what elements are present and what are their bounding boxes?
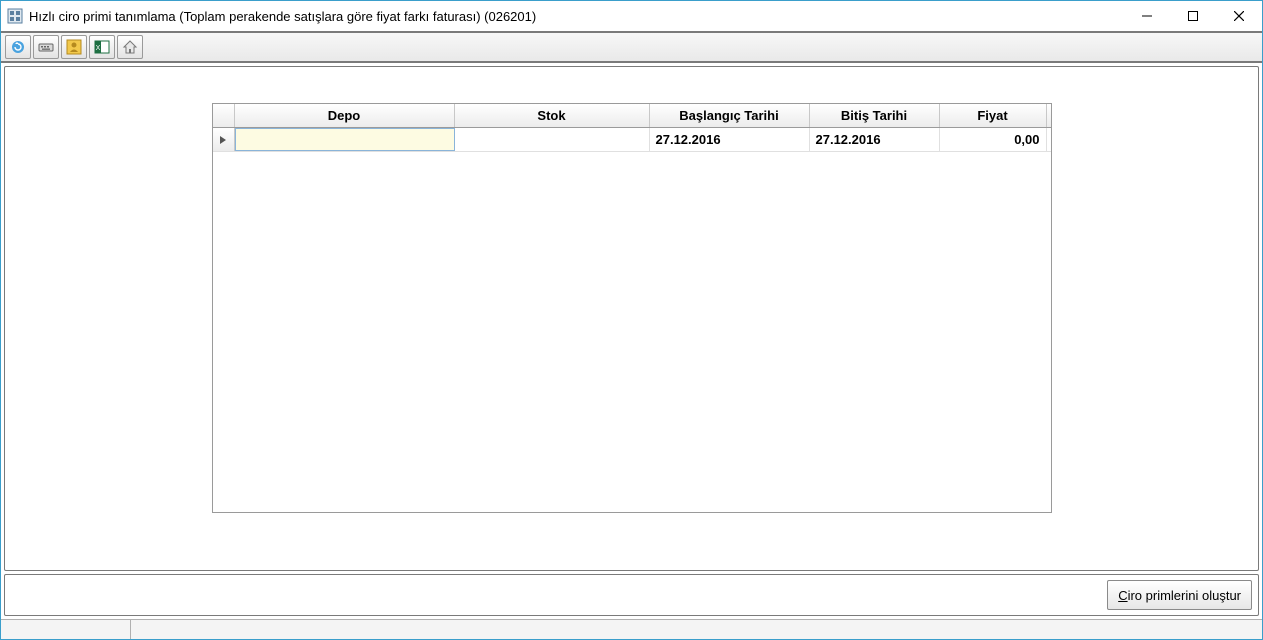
grid-corner-cell[interactable] <box>213 104 235 127</box>
grid-header: Depo Stok Başlangıç Tarihi Bitiş Tarihi … <box>213 104 1051 128</box>
window-controls <box>1124 1 1262 31</box>
app-window: Hızlı ciro primi tanımlama (Toplam perak… <box>0 0 1263 640</box>
cell-stok[interactable] <box>455 128 650 151</box>
content-area: Depo Stok Başlangıç Tarihi Bitiş Tarihi … <box>4 66 1259 571</box>
column-header-fiyat[interactable]: Fiyat <box>940 104 1047 127</box>
excel-icon: X <box>94 39 110 55</box>
cell-fiyat[interactable]: 0,00 <box>940 128 1047 151</box>
toolbar-refresh-button[interactable] <box>5 35 31 59</box>
toolbar-excel-button[interactable]: X <box>89 35 115 59</box>
toolbar-keyboard-button[interactable] <box>33 35 59 59</box>
window-title: Hızlı ciro primi tanımlama (Toplam perak… <box>29 9 536 24</box>
caret-right-icon <box>219 136 227 144</box>
house-icon <box>122 39 138 55</box>
close-button[interactable] <box>1216 1 1262 31</box>
button-bar: Ciro primlerini oluştur <box>4 574 1259 616</box>
toolbar: X <box>1 31 1262 63</box>
depo-input[interactable] <box>236 129 454 150</box>
toolbar-house-button[interactable] <box>117 35 143 59</box>
cell-baslangic[interactable]: 27.12.2016 <box>650 128 810 151</box>
column-header-bitis[interactable]: Bitiş Tarihi <box>810 104 940 127</box>
maximize-button[interactable] <box>1170 1 1216 31</box>
user-icon <box>66 39 82 55</box>
column-header-baslangic[interactable]: Başlangıç Tarihi <box>650 104 810 127</box>
button-mnemonic: C <box>1118 588 1127 603</box>
button-label-rest: iro primlerini oluştur <box>1128 588 1241 603</box>
status-bar <box>1 619 1262 639</box>
svg-text:X: X <box>96 45 101 52</box>
toolbar-user-button[interactable] <box>61 35 87 59</box>
app-icon <box>7 8 23 24</box>
data-grid[interactable]: Depo Stok Başlangıç Tarihi Bitiş Tarihi … <box>212 103 1052 513</box>
status-segment <box>1 620 131 639</box>
refresh-icon <box>10 39 26 55</box>
column-header-depo[interactable]: Depo <box>235 104 455 127</box>
titlebar: Hızlı ciro primi tanımlama (Toplam perak… <box>1 1 1262 31</box>
create-premiums-button[interactable]: Ciro primlerini oluştur <box>1107 580 1252 610</box>
minimize-button[interactable] <box>1124 1 1170 31</box>
cell-bitis[interactable]: 27.12.2016 <box>810 128 940 151</box>
status-segment <box>131 620 1262 639</box>
cell-depo[interactable] <box>235 128 455 151</box>
grid-body[interactable]: 27.12.2016 27.12.2016 0,00 <box>213 128 1051 512</box>
table-row[interactable]: 27.12.2016 27.12.2016 0,00 <box>213 128 1051 152</box>
column-header-stok[interactable]: Stok <box>455 104 650 127</box>
keyboard-icon <box>38 39 54 55</box>
row-indicator[interactable] <box>213 128 235 151</box>
